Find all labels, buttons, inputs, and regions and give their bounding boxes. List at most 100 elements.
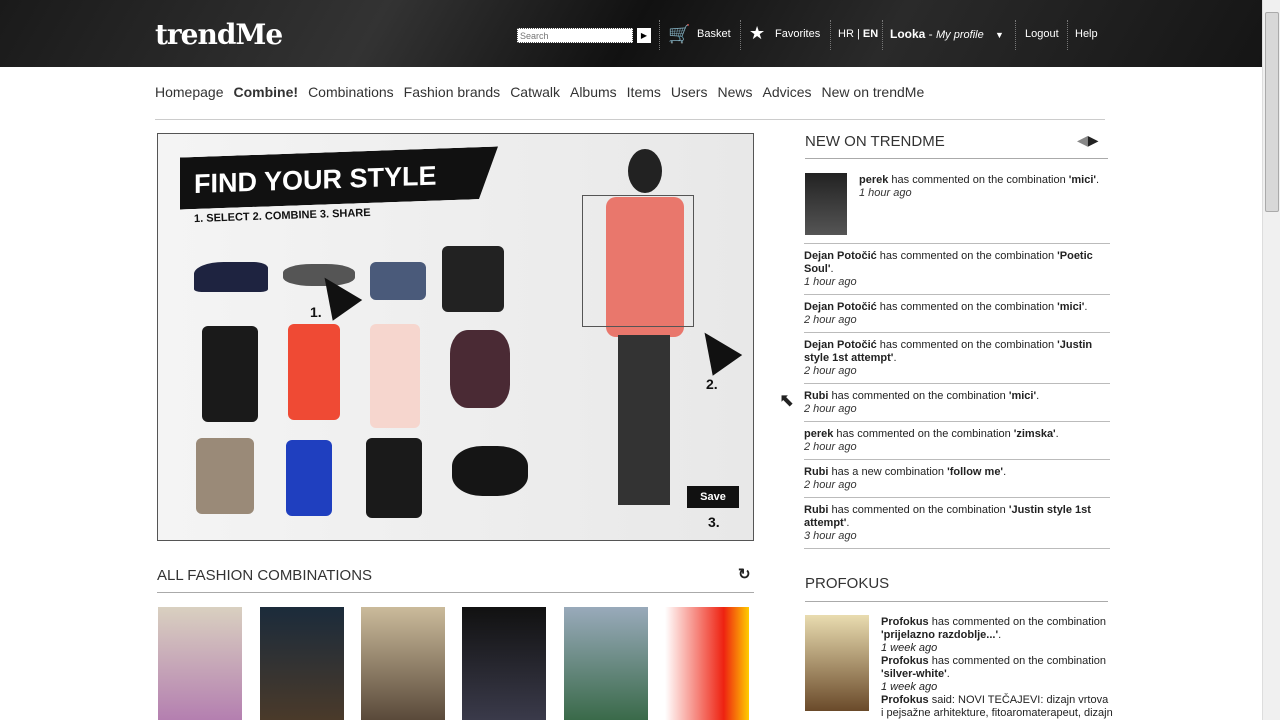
logout-link[interactable]: Logout bbox=[1025, 28, 1059, 40]
arrow-right-icon[interactable]: ▶ bbox=[1088, 132, 1099, 148]
find-your-style-banner[interactable]: FIND YOUR STYLE 1. SELECT 2. COMBINE 3. … bbox=[157, 133, 754, 541]
feed-end: . bbox=[893, 352, 897, 364]
nav-item[interactable]: Albums bbox=[570, 84, 617, 100]
combination-thumb[interactable] bbox=[665, 607, 749, 720]
lang-en[interactable]: EN bbox=[863, 28, 878, 40]
feed-item: Dejan Potočić has commented on the combi… bbox=[804, 295, 1110, 333]
save-button[interactable]: Save bbox=[687, 486, 739, 508]
combination-link[interactable]: 'zimska' bbox=[1014, 428, 1056, 440]
favorites-link[interactable]: Favorites bbox=[775, 28, 820, 40]
nav-item[interactable]: Catwalk bbox=[510, 84, 560, 100]
divider bbox=[1067, 20, 1068, 50]
feed-text: has commented on the combination bbox=[888, 174, 1069, 186]
basket-icon[interactable]: 🛒 bbox=[668, 24, 690, 45]
nav-item[interactable]: Combinations bbox=[308, 84, 394, 100]
user-link[interactable]: perek bbox=[804, 428, 833, 440]
divider bbox=[830, 20, 831, 50]
nav-item[interactable]: Users bbox=[671, 84, 708, 100]
feed-text: has a new combination bbox=[828, 466, 948, 478]
nav-item[interactable]: New on trendMe bbox=[822, 84, 925, 100]
search-input[interactable] bbox=[517, 28, 633, 43]
divider bbox=[805, 158, 1108, 159]
scrollbar-thumb[interactable] bbox=[1265, 12, 1279, 212]
basket-link[interactable]: Basket bbox=[697, 28, 731, 40]
all-combinations-title: ALL FASHION COMBINATIONS bbox=[157, 567, 373, 584]
timestamp: 1 week ago bbox=[881, 642, 938, 654]
divider bbox=[157, 592, 754, 593]
nav-item[interactable]: Combine! bbox=[234, 84, 299, 100]
user-link[interactable]: Rubi bbox=[804, 390, 828, 402]
feed-end: . bbox=[1055, 428, 1059, 440]
combination-link[interactable]: 'mici' bbox=[1069, 174, 1096, 186]
step-2-label: 2. bbox=[706, 376, 718, 392]
combination-link[interactable]: 'mici' bbox=[1057, 301, 1084, 313]
logo[interactable]: trendMe bbox=[155, 18, 283, 51]
lang-hr[interactable]: HR bbox=[838, 28, 854, 40]
nav-item[interactable]: Homepage bbox=[155, 84, 224, 100]
search-button[interactable]: ▶ bbox=[637, 28, 651, 43]
user-link[interactable]: Dejan Potočić bbox=[804, 301, 877, 313]
help-link[interactable]: Help bbox=[1075, 28, 1098, 40]
combination-link[interactable]: 'silver-white' bbox=[881, 668, 947, 680]
combination-thumb[interactable] bbox=[260, 607, 344, 720]
profokus-title: PROFOKUS bbox=[805, 575, 890, 592]
profile-link[interactable]: My profile bbox=[936, 29, 984, 41]
timestamp: 1 week ago bbox=[881, 681, 938, 693]
combination-thumb[interactable] bbox=[361, 607, 445, 720]
user-link[interactable]: Profokus bbox=[881, 694, 929, 706]
user-link[interactable]: Dejan Potočić bbox=[804, 250, 877, 262]
shoe-image bbox=[194, 262, 268, 292]
feed-end: . bbox=[1003, 466, 1007, 478]
feed-text: has commented on the combination bbox=[928, 655, 1107, 667]
user-link[interactable]: perek bbox=[859, 174, 888, 186]
combination-thumb[interactable] bbox=[462, 607, 546, 720]
user-sep: - bbox=[925, 27, 937, 41]
blue-top-image bbox=[286, 440, 332, 516]
user-link[interactable]: Profokus bbox=[881, 616, 929, 628]
star-icon[interactable]: ★ bbox=[749, 23, 765, 44]
activity-feed: perek has commented on the combination '… bbox=[804, 172, 1110, 549]
user-link[interactable]: Rubi bbox=[804, 466, 828, 478]
chevron-down-icon[interactable]: ▼ bbox=[995, 30, 1004, 40]
feed-item: Profokus said: NOVI TEČAJEVI: dizajn vrt… bbox=[881, 694, 1113, 720]
feed-item: Dejan Potočić has commented on the combi… bbox=[804, 333, 1110, 384]
nav-item[interactable]: Items bbox=[627, 84, 661, 100]
timestamp: 2 hour ago bbox=[804, 441, 857, 453]
combination-link[interactable]: 'follow me' bbox=[947, 466, 1003, 478]
user-link[interactable]: Dejan Potočić bbox=[804, 339, 877, 351]
combination-thumb[interactable] bbox=[564, 607, 648, 720]
divider bbox=[155, 119, 1105, 120]
cardigan-image bbox=[366, 438, 422, 518]
combination-link[interactable]: 'prijelazno razdoblje...' bbox=[881, 629, 998, 641]
scarf-image bbox=[370, 324, 420, 428]
profokus-avatar[interactable] bbox=[805, 615, 869, 711]
profile-menu[interactable]: Looka - My profile ▼ bbox=[890, 27, 1004, 41]
divider bbox=[659, 20, 660, 50]
combination-thumb[interactable] bbox=[158, 607, 242, 720]
blazer-image bbox=[196, 438, 254, 514]
user-link[interactable]: Rubi bbox=[804, 504, 828, 516]
divider bbox=[805, 601, 1108, 602]
feed-end: . bbox=[1096, 174, 1100, 186]
timestamp: 1 hour ago bbox=[859, 187, 912, 199]
nav-item[interactable]: News bbox=[717, 84, 752, 100]
black-dress-image bbox=[202, 326, 258, 422]
arrow-left-icon[interactable]: ◀ bbox=[1077, 132, 1088, 148]
feed-end: . bbox=[1084, 301, 1088, 313]
feed-end: . bbox=[998, 629, 1002, 641]
step-3-label: 3. bbox=[708, 514, 720, 530]
combination-link[interactable]: 'mici' bbox=[1009, 390, 1036, 402]
banner-title: FIND YOUR STYLE bbox=[180, 146, 498, 209]
divider bbox=[1015, 20, 1016, 50]
user-link[interactable]: Profokus bbox=[881, 655, 929, 667]
feed-text: has commented on the combination bbox=[876, 250, 1058, 262]
nav-item[interactable]: Advices bbox=[762, 84, 811, 100]
nav-item[interactable]: Fashion brands bbox=[404, 84, 501, 100]
banner-steps: 1. SELECT 2. COMBINE 3. SHARE bbox=[193, 206, 371, 226]
feed-end: . bbox=[946, 668, 950, 680]
scrollbar[interactable] bbox=[1262, 0, 1280, 720]
timestamp: 1 hour ago bbox=[804, 276, 857, 288]
refresh-icon[interactable]: ↻ bbox=[738, 565, 751, 583]
feed-text: has commented on the combination bbox=[833, 428, 1014, 440]
feed-text: has commented on the combination bbox=[876, 339, 1058, 351]
